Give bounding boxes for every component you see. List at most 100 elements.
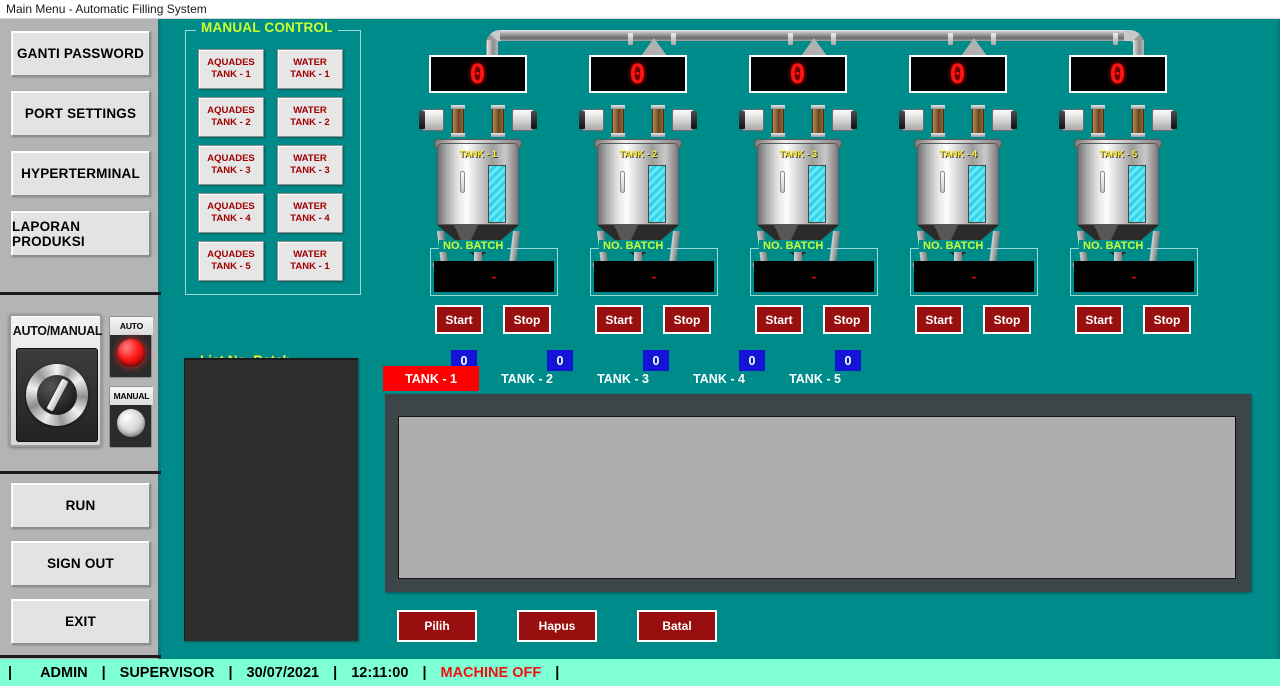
tank-3-batch-legend: NO. BATCH	[759, 240, 828, 252]
tank-4-level-tube-icon	[940, 171, 945, 193]
tank-2-sight-glass	[648, 165, 666, 223]
sidebar-item-run[interactable]: RUN	[11, 483, 150, 528]
inlet-pipe-right-icon	[1131, 105, 1145, 137]
tank-3-stop-button[interactable]: Stop	[823, 305, 871, 334]
tank-3-valve-assembly	[739, 102, 857, 142]
window-title: Main Menu - Automatic Filling System	[6, 2, 207, 16]
sidebar-item-exit[interactable]: EXIT	[11, 599, 150, 644]
tank-tab-4[interactable]: TANK - 4	[671, 366, 767, 391]
valve-body-left-icon	[582, 109, 604, 131]
tank-3-name-label: TANK - 3	[779, 149, 817, 160]
manual-btn-water-tank-2[interactable]: WATER TANK - 2	[277, 97, 343, 137]
tank-2-start-button[interactable]: Start	[595, 305, 643, 334]
manual-control-panel: MANUAL CONTROL AQUADES TANK - 1 WATER TA…	[185, 20, 361, 295]
tank-5-stop-button[interactable]: Stop	[1143, 305, 1191, 334]
valve-cap-left-icon	[1059, 111, 1065, 129]
manual-btn-line1: WATER	[293, 56, 327, 68]
inlet-pipe-left-icon	[771, 105, 785, 137]
tank-2-valve-assembly	[579, 102, 697, 142]
tank-tab-2[interactable]: TANK - 2	[479, 366, 575, 391]
tank-5-batch-value: -	[1074, 261, 1194, 292]
sidebar-item-ganti-password[interactable]: GANTI PASSWORD	[11, 31, 150, 76]
tank-4-stop-button[interactable]: Stop	[983, 305, 1031, 334]
manual-btn-aquades-tank-5[interactable]: AQUADES TANK - 5	[198, 241, 264, 281]
manual-indicator-lamp: MANUAL	[109, 386, 153, 448]
tank-3-sight-glass	[808, 165, 826, 223]
valve-cap-right-icon	[1011, 111, 1017, 129]
sidebar-item-laporan-produksi[interactable]: LAPORAN PRODUKSI	[11, 211, 150, 256]
tank-1-batch-legend: NO. BATCH	[439, 240, 508, 252]
manual-btn-line1: WATER	[293, 152, 327, 164]
manual-btn-water-tank-4[interactable]: WATER TANK - 4	[277, 193, 343, 233]
sidebar-divider-2	[0, 471, 161, 474]
status-bar: | ADMIN | SUPERVISOR | 30/07/2021 | 12:1…	[0, 659, 1280, 686]
auto-lamp-light-icon	[116, 339, 145, 367]
list-no-batch-listbox[interactable]	[184, 358, 358, 641]
sidebar-item-port-settings[interactable]: PORT SETTINGS	[11, 91, 150, 136]
status-access-level: SUPERVISOR	[119, 664, 215, 681]
tank-tab-1[interactable]: TANK - 1	[383, 366, 479, 391]
batch-data-grid[interactable]	[398, 416, 1236, 579]
knob-plate	[16, 348, 98, 442]
batal-button[interactable]: Batal	[637, 610, 717, 642]
status-sep-3: |	[333, 664, 338, 681]
pipe-ring-3b	[831, 33, 836, 45]
tank-4-valve-assembly	[899, 102, 1017, 142]
manual-btn-line1: WATER	[293, 104, 327, 116]
rotary-knob-icon[interactable]	[26, 364, 88, 426]
tank-1-start-button[interactable]: Start	[435, 305, 483, 334]
valve-cap-right-icon	[691, 111, 697, 129]
auto-manual-selector-switch[interactable]: AUTO/MANUAL	[9, 314, 103, 447]
tank-1-name-label: TANK - 1	[459, 149, 497, 160]
manual-btn-aquades-tank-1[interactable]: AQUADES TANK - 1	[198, 49, 264, 89]
tank-1-stop-button[interactable]: Stop	[503, 305, 551, 334]
valve-cap-left-icon	[739, 111, 745, 129]
manual-btn-aquades-tank-3[interactable]: AQUADES TANK - 3	[198, 145, 264, 185]
tank-3-led-display: 0	[749, 55, 847, 93]
tank-3-level-tube-icon	[780, 171, 785, 193]
tank-3-batch-group: NO. BATCH -	[750, 240, 878, 296]
tank-3-start-button[interactable]: Start	[755, 305, 803, 334]
tank-5-start-button[interactable]: Start	[1075, 305, 1123, 334]
tank-tab-5[interactable]: TANK - 5	[767, 366, 863, 391]
auto-manual-panel: AUTO/MANUAL AUTO MANUAL	[9, 314, 153, 454]
manual-btn-water-tank-3[interactable]: WATER TANK - 3	[277, 145, 343, 185]
batch-data-panel	[385, 394, 1251, 592]
auto-indicator-lamp: AUTO	[109, 316, 153, 378]
tank-2-stop-button[interactable]: Stop	[663, 305, 711, 334]
pipe-ring-2a	[628, 33, 633, 45]
sidebar-item-sign-out[interactable]: SIGN OUT	[11, 541, 150, 586]
manual-btn-line2: TANK - 2	[211, 117, 251, 128]
manual-btn-water-tank-5[interactable]: WATER TANK - 1	[277, 241, 343, 281]
tank-4-start-button[interactable]: Start	[915, 305, 963, 334]
sidebar-top-button-group: GANTI PASSWORD PORT SETTINGS HYPERTERMIN…	[0, 29, 161, 289]
status-sep-1: |	[101, 664, 106, 681]
manual-btn-line2: TANK - 5	[211, 261, 251, 272]
hapus-button[interactable]: Hapus	[517, 610, 597, 642]
status-user-role: ADMIN	[40, 664, 88, 681]
tank-4-batch-legend: NO. BATCH	[919, 240, 988, 252]
tank-4-batch-group: NO. BATCH -	[910, 240, 1038, 296]
inlet-pipe-left-icon	[1091, 105, 1105, 137]
tank-2-batch-group: NO. BATCH -	[590, 240, 718, 296]
tank-1-level-tube-icon	[460, 171, 465, 193]
tank-4-sight-glass	[968, 165, 986, 223]
pipe-ring-3a	[788, 33, 793, 45]
tank-4-batch-value: -	[914, 261, 1034, 292]
valve-cap-right-icon	[531, 111, 537, 129]
manual-btn-water-tank-1[interactable]: WATER TANK - 1	[277, 49, 343, 89]
manual-btn-line1: AQUADES	[207, 104, 255, 116]
sidebar-item-hyperterminal[interactable]: HYPERTERMINAL	[11, 151, 150, 196]
tank-5-valve-assembly	[1059, 102, 1177, 142]
manual-btn-aquades-tank-4[interactable]: AQUADES TANK - 4	[198, 193, 264, 233]
sidebar-bottom-button-group: RUN SIGN OUT EXIT	[0, 481, 161, 659]
tank-2-batch-value: -	[594, 261, 714, 292]
auto-lamp-label: AUTO	[110, 317, 153, 335]
inlet-pipe-right-icon	[651, 105, 665, 137]
manual-btn-line2: TANK - 1	[290, 261, 330, 272]
inlet-pipe-right-icon	[491, 105, 505, 137]
pilih-button[interactable]: Pilih	[397, 610, 477, 642]
manual-btn-aquades-tank-2[interactable]: AQUADES TANK - 2	[198, 97, 264, 137]
tank-tab-3[interactable]: TANK - 3	[575, 366, 671, 391]
pipe-branch-cone-3	[801, 38, 827, 56]
